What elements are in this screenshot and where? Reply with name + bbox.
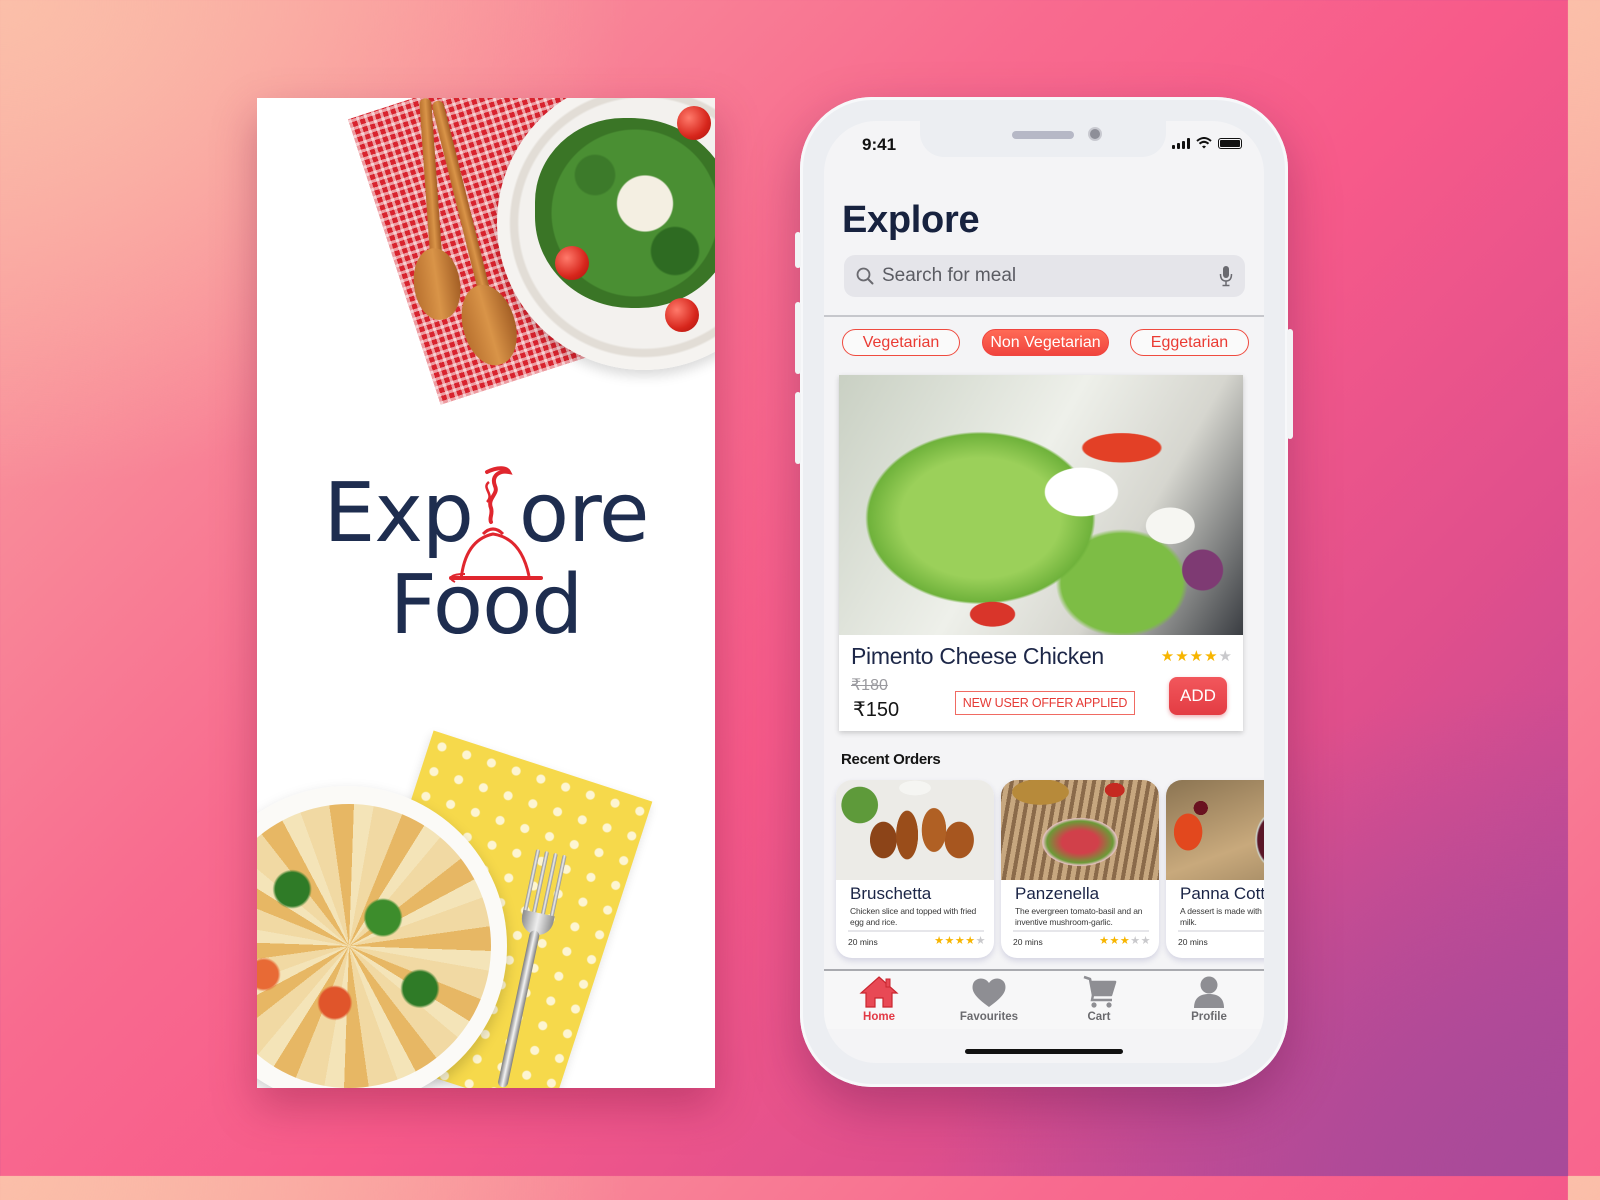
recent-order-time: 20 mins — [1178, 937, 1208, 947]
card-divider — [848, 930, 984, 932]
mute-switch — [795, 232, 801, 268]
recent-order-name: Bruschetta — [850, 884, 932, 903]
microphone-icon[interactable] — [1219, 265, 1233, 287]
star-filled-icon: ★★★★ — [1160, 648, 1219, 665]
recent-order-rating: ★★★★★ — [1099, 934, 1151, 947]
recent-orders-list: Bruschetta Chicken slice and topped with… — [836, 780, 1264, 960]
tab-cart[interactable]: Cart — [1044, 971, 1154, 1029]
recent-order-card[interactable]: Panna Cott A dessert is made with cream … — [1166, 780, 1264, 958]
status-icons — [1172, 137, 1242, 149]
page-title: Explore — [842, 199, 980, 241]
front-camera — [1088, 127, 1102, 141]
recent-order-image — [1166, 780, 1264, 880]
star-filled-icon: ★★★★ — [934, 935, 976, 947]
power-button — [1287, 329, 1293, 439]
filter-vegetarian[interactable]: Vegetarian — [842, 329, 960, 356]
battery-icon — [1218, 137, 1242, 149]
search-placeholder: Search for meal — [882, 265, 1017, 286]
recent-order-rating: ★★★★★ — [934, 934, 986, 947]
star-empty-icon: ★ — [975, 935, 986, 947]
tab-profile[interactable]: Profile — [1154, 971, 1264, 1029]
filter-non-vegetarian[interactable]: Non Vegetarian — [982, 329, 1109, 356]
card-divider — [1178, 930, 1264, 932]
wifi-icon — [1196, 137, 1212, 149]
recent-order-card[interactable]: Bruschetta Chicken slice and topped with… — [836, 780, 994, 958]
card-divider — [1013, 930, 1149, 932]
bottom-tab-bar: Home Favourites Cart Profile — [824, 971, 1264, 1029]
recent-order-name: Panzenella — [1015, 884, 1100, 903]
recent-order-card[interactable]: Panzenella The evergreen tomato-basil an… — [1001, 780, 1159, 958]
tab-favourites[interactable]: Favourites — [934, 971, 1044, 1029]
food-cloche-icon — [449, 466, 543, 583]
star-filled-icon: ★★★ — [1099, 935, 1131, 947]
phone-frame: 9:41 Explore Search for meal Vegetarian … — [795, 97, 1293, 1087]
tab-label: Favourites — [959, 1011, 1019, 1023]
status-time: 9:41 — [862, 135, 897, 154]
tab-label: Home — [863, 1011, 895, 1023]
search-input[interactable]: Search for meal — [844, 255, 1245, 297]
cart-icon — [1083, 975, 1117, 1008]
splash-screen: Exp ore Food — [257, 98, 715, 1088]
speaker — [1012, 131, 1074, 139]
recent-order-description: Chicken slice and topped with fried egg … — [850, 906, 977, 927]
profile-icon — [1194, 976, 1224, 1008]
recent-orders-heading: Recent Orders — [841, 751, 941, 768]
star-empty-icon: ★★ — [1130, 935, 1151, 947]
header-divider — [824, 315, 1264, 317]
recent-order-time: 20 mins — [1013, 937, 1043, 947]
volume-down-button — [795, 392, 801, 464]
original-price: ₹180 — [851, 677, 888, 694]
offer-badge: NEW USER OFFER APPLIED — [955, 691, 1135, 715]
phone-screen: 9:41 Explore Search for meal Vegetarian … — [824, 121, 1264, 1063]
home-indicator[interactable] — [965, 1049, 1123, 1054]
recent-order-time: 20 mins — [848, 937, 878, 947]
featured-dish-card[interactable]: Pimento Cheese Chicken ★★★★★ ₹180 ₹150 N… — [839, 375, 1243, 731]
star-empty-icon: ★ — [1218, 648, 1233, 665]
tab-home[interactable]: Home — [824, 971, 934, 1029]
featured-rating-stars: ★★★★★ — [1161, 647, 1233, 665]
notch — [920, 121, 1166, 157]
home-icon — [859, 976, 899, 1008]
filter-eggetarian[interactable]: Eggetarian — [1130, 329, 1249, 356]
recent-order-description: A dessert is made with cream and milk. — [1180, 906, 1264, 927]
tab-label: Profile — [1191, 1011, 1227, 1023]
recent-order-description: The evergreen tomato-basil and an invent… — [1015, 906, 1143, 927]
featured-dish-image — [839, 375, 1243, 635]
add-to-cart-button[interactable]: ADD — [1169, 677, 1227, 715]
heart-icon — [972, 978, 1006, 1007]
filter-chips: Vegetarian Non Vegetarian Eggetarian — [842, 329, 1252, 357]
recent-order-image — [836, 780, 994, 880]
tab-label: Cart — [1087, 1011, 1111, 1023]
featured-dish-name: Pimento Cheese Chicken — [851, 643, 1104, 669]
search-icon — [856, 267, 874, 285]
recent-order-image — [1001, 780, 1159, 880]
recent-order-name: Panna Cott — [1180, 884, 1264, 903]
discounted-price: ₹150 — [853, 699, 900, 721]
volume-up-button — [795, 302, 801, 374]
signal-icon — [1172, 137, 1190, 149]
